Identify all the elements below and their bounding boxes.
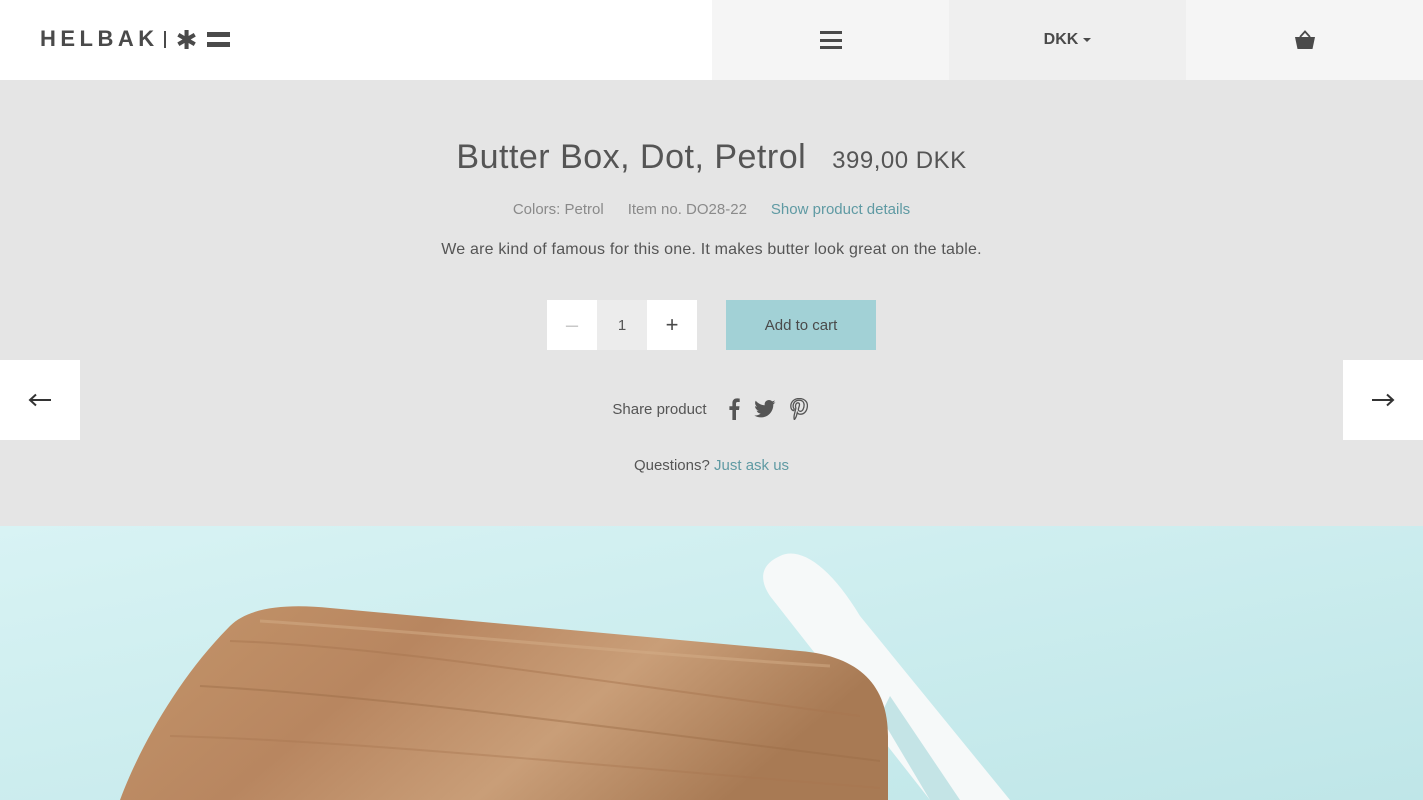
product-item-number: Item no. DO28-22 [627,201,747,218]
hamburger-icon [819,31,842,49]
share-row: Share product [0,398,1423,420]
butter-box-image [0,526,1423,800]
logo-text: HELBAK [40,26,159,51]
menu-button[interactable] [712,0,949,80]
product-meta: Colors: Petrol Item no. DO28-22 Show pro… [0,201,1423,218]
previous-product-button[interactable] [0,360,80,440]
decrease-quantity-button[interactable]: – [547,300,597,350]
next-product-button[interactable] [1343,360,1423,440]
site-header: HELBAK ✱ DKK [0,0,1423,80]
ask-us-link[interactable]: Just ask us [714,457,789,474]
product-hero-image [0,526,1423,800]
arrow-left-icon [28,393,51,407]
share-label: Share product [612,400,707,418]
currency-label: DKK [1043,31,1079,48]
arrow-right-icon [1372,393,1395,407]
logo-bars-icon [207,31,231,47]
facebook-icon[interactable] [728,398,740,420]
caret-down-icon [1083,38,1092,42]
quantity-input[interactable] [597,300,647,350]
cart-button[interactable] [1186,0,1423,80]
product-description: We are kind of famous for this one. It m… [441,241,982,258]
helbak-logo[interactable]: HELBAK ✱ [40,26,231,56]
questions-row: Questions? Just ask us [0,457,1423,474]
twitter-icon[interactable] [753,400,776,418]
logo-divider [163,30,166,48]
show-details-link[interactable]: Show product details [771,201,910,218]
add-to-cart-button[interactable]: Add to cart [726,300,876,350]
quantity-stepper: – + [547,300,697,350]
basket-icon [1294,30,1315,49]
title-row: Butter Box, Dot, Petrol 399,00 DKK [0,138,1423,177]
product-price: 399,00 DKK [832,147,967,174]
currency-selector[interactable]: DKK [949,0,1186,80]
questions-label: Questions? [633,457,710,474]
product-colors: Colors: Petrol [512,201,604,218]
product-title: Butter Box, Dot, Petrol [456,138,807,176]
logo-star-icon: ✱ [175,26,198,56]
pinterest-icon[interactable] [789,398,808,420]
product-info: Butter Box, Dot, Petrol 399,00 DKK Color… [0,80,1423,526]
increase-quantity-button[interactable]: + [647,300,697,350]
